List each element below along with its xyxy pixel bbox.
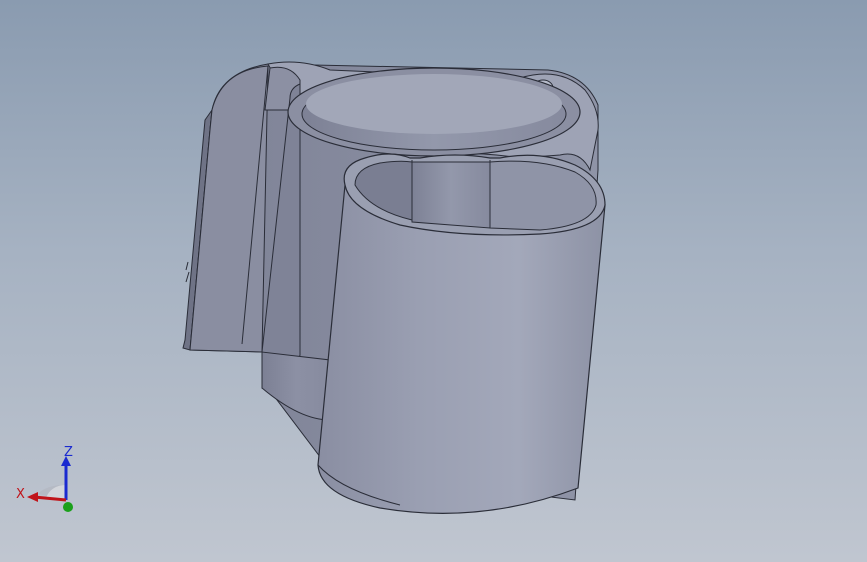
- x-axis-label: X: [16, 487, 25, 502]
- rear-cup-opening: [287, 67, 581, 157]
- graphics-viewport[interactable]: Z X: [0, 0, 867, 562]
- z-axis-label: Z: [64, 445, 73, 460]
- 3d-model[interactable]: [0, 0, 867, 562]
- front-cup-wall: [317, 184, 606, 514]
- coordinate-triad: Z X: [16, 445, 73, 512]
- y-axis: [63, 502, 73, 512]
